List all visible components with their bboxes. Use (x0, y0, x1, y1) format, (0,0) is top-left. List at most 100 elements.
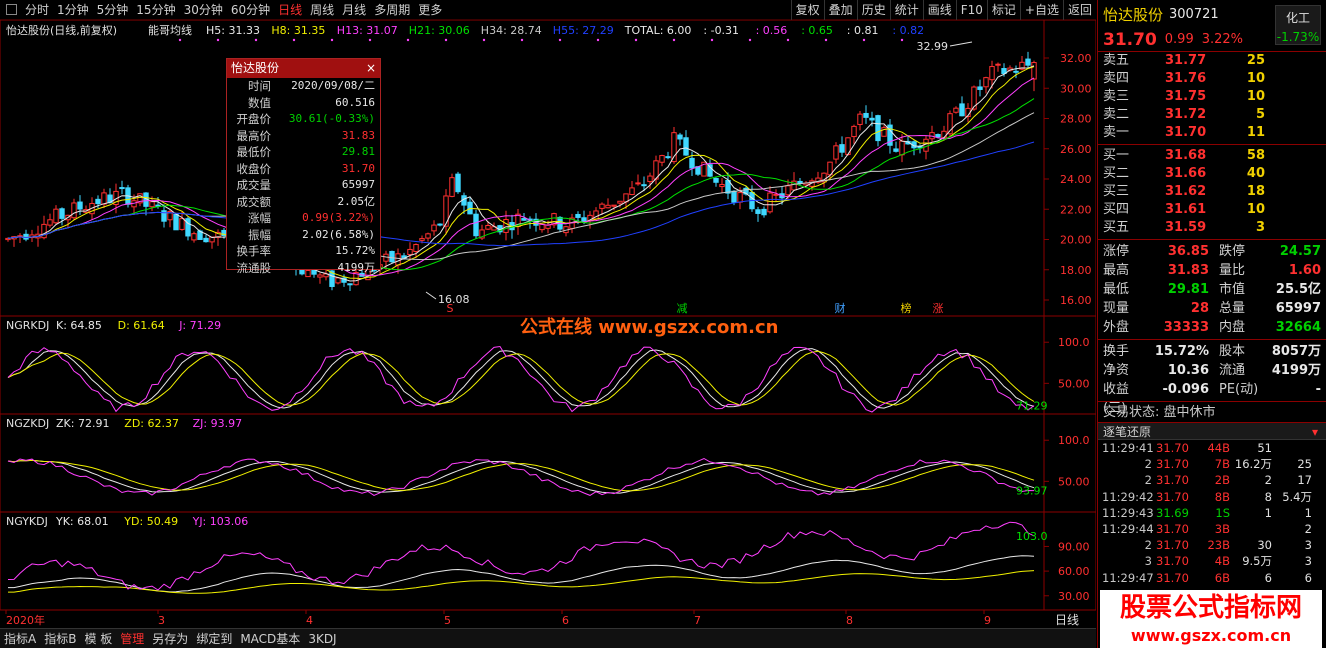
tick-extra2: 3 (1304, 554, 1312, 569)
candle-body (101, 192, 107, 205)
toolbar-right-buttons: 复权 叠加 历史 统计 画线 F10 标记 +自选 返回 (790, 0, 1096, 20)
close-icon[interactable]: × (366, 59, 376, 78)
stat-key: 内盘 (1219, 320, 1246, 335)
period-tab[interactable]: 15分钟 (132, 0, 179, 20)
stat-value: 65997 (1275, 301, 1321, 316)
popup-row: 流通股 4199万 (227, 260, 380, 277)
stat-row: 净资 10.36 流通 4199万 (1098, 361, 1326, 380)
candle-body (335, 277, 341, 284)
order-row[interactable]: 买一 31.68 58 (1098, 147, 1326, 165)
popup-row: 最低价 29.81 (227, 144, 380, 161)
order-label: 卖一 (1103, 125, 1130, 140)
stats-table: 涨停 36.85 跌停 24.57 最高 31.83 量比 1.60 最低 29.81 市值 25.5… (1098, 242, 1326, 337)
event-marker: 涨 (933, 302, 944, 315)
order-row[interactable]: 买二 31.66 40 (1098, 165, 1326, 183)
toolbar-button[interactable]: 复权 (790, 0, 824, 20)
order-row[interactable]: 卖一 31.70 11 (1098, 124, 1326, 142)
order-row[interactable]: 卖五 31.77 25 (1098, 52, 1326, 70)
order-price: 31.72 (1165, 107, 1207, 122)
signal-dot (292, 38, 296, 42)
period-tab[interactable]: 周线 (306, 0, 338, 20)
ticks-header[interactable]: 逐笔还原 ▾ (1098, 422, 1326, 440)
event-marker: 榜 (901, 301, 912, 315)
bottom-tab[interactable]: 管理 (116, 629, 148, 648)
low-annotation: 16.08 (438, 293, 470, 306)
tick-row: 2 31.70 2B 2 17 (1098, 472, 1326, 488)
order-row[interactable]: 卖三 31.75 10 (1098, 88, 1326, 106)
tick-time: 2 (1144, 538, 1152, 553)
sector-box[interactable]: 化工 -1.73% (1275, 5, 1321, 45)
period-tab[interactable]: 多周期 (370, 0, 414, 20)
popup-value: 0.99(3.22%) (302, 211, 375, 224)
period-tab[interactable]: 1分钟 (53, 0, 93, 20)
stat-row: 现量 28 总量 65997 (1098, 299, 1326, 318)
toolbar-button[interactable]: 叠加 (823, 0, 857, 20)
tick-price: 31.70 (1156, 554, 1189, 569)
period-tab[interactable]: 5分钟 (93, 0, 133, 20)
window-square-icon[interactable] (6, 4, 17, 15)
pin-icon[interactable]: ▾ (1312, 423, 1318, 439)
signal-dot (748, 38, 752, 42)
toolbar-button[interactable]: +自选 (1019, 0, 1063, 20)
toolbar-button[interactable]: 标记 (986, 0, 1020, 20)
bottom-tab[interactable]: 指标B (40, 629, 80, 648)
period-tab[interactable]: 更多 (414, 0, 446, 20)
watermark-banner: 股票公式指标网 (1100, 590, 1322, 626)
tick-extra: 8 (1264, 489, 1272, 504)
price-axis-label: 24.00 (1060, 173, 1092, 186)
candle-body (875, 115, 881, 142)
tick-price: 31.70 (1156, 441, 1189, 455)
indicator-name: 能哥均线 (148, 23, 192, 37)
order-row[interactable]: 卖二 31.72 5 (1098, 106, 1326, 124)
tick-price: 31.70 (1156, 489, 1189, 504)
order-row[interactable]: 买五 31.59 3 (1098, 219, 1326, 237)
candle-body (1025, 58, 1031, 66)
stat-key: 总量 (1219, 301, 1246, 316)
x-axis-label: 6 (562, 614, 569, 627)
panel-value: D: 61.64 (118, 319, 165, 332)
stat-key: 净资 (1103, 363, 1130, 378)
period-tab[interactable]: 30分钟 (180, 0, 227, 20)
candle-body (977, 86, 983, 90)
candle-body (395, 253, 401, 266)
popup-value: 4199万 (337, 260, 376, 274)
popup-title: 怡达股份 (231, 61, 280, 75)
order-volume: 3 (1255, 220, 1265, 235)
order-row[interactable]: 买四 31.61 10 (1098, 201, 1326, 219)
bottom-tab[interactable]: 3KDJ (304, 629, 340, 648)
period-tab[interactable]: 日线 (274, 0, 306, 20)
bottom-tab[interactable]: 模 板 (80, 629, 116, 648)
bottom-toolbar: 指标A 指标B 模 板管理 另存为 绑定到 MACD基本 3KDJ (0, 628, 1096, 648)
toolbar-button[interactable]: 统计 (889, 0, 923, 20)
order-volume: 58 (1246, 148, 1265, 163)
price-axis-label: 28.00 (1060, 113, 1092, 126)
bottom-tab[interactable]: 绑定到 (192, 629, 236, 648)
order-label: 卖三 (1103, 89, 1130, 104)
period-tab[interactable]: 分时 (21, 0, 53, 20)
tick-time: 11:29:44 (1102, 521, 1154, 536)
bottom-tab[interactable]: MACD基本 (236, 629, 304, 648)
order-row[interactable]: 买三 31.62 18 (1098, 183, 1326, 201)
toolbar-button[interactable]: 返回 (1062, 0, 1096, 20)
candle-body (77, 201, 83, 210)
toolbar-button[interactable]: 历史 (856, 0, 890, 20)
order-row[interactable]: 卖四 31.76 10 (1098, 70, 1326, 88)
period-tab[interactable]: 60分钟 (227, 0, 274, 20)
bottom-tab[interactable]: 指标A (0, 629, 40, 648)
candle-body (857, 113, 863, 125)
popup-row: 收盘价 31.70 (227, 161, 380, 178)
candle-body (617, 200, 623, 204)
ask-book: 卖五 31.77 25 卖四 31.76 10 卖三 31.75 10 卖二 31.72 5 卖一 31.… (1098, 52, 1326, 142)
toolbar-button[interactable]: 画线 (922, 0, 956, 20)
candle-body (629, 187, 635, 196)
tick-volume: 4B (1214, 554, 1230, 569)
period-tab[interactable]: 月线 (338, 0, 370, 20)
bottom-tab[interactable]: 另存为 (148, 629, 192, 648)
toolbar-button[interactable]: F10 (955, 0, 987, 20)
panel-value: YK: 68.01 (55, 515, 109, 528)
tick-row: 11:29:44 31.70 3B 2 (1098, 521, 1326, 537)
candle-body (665, 156, 671, 159)
order-price: 31.68 (1165, 148, 1207, 163)
event-marker: 财 (835, 301, 846, 315)
stat-value: 33333 (1163, 320, 1209, 335)
